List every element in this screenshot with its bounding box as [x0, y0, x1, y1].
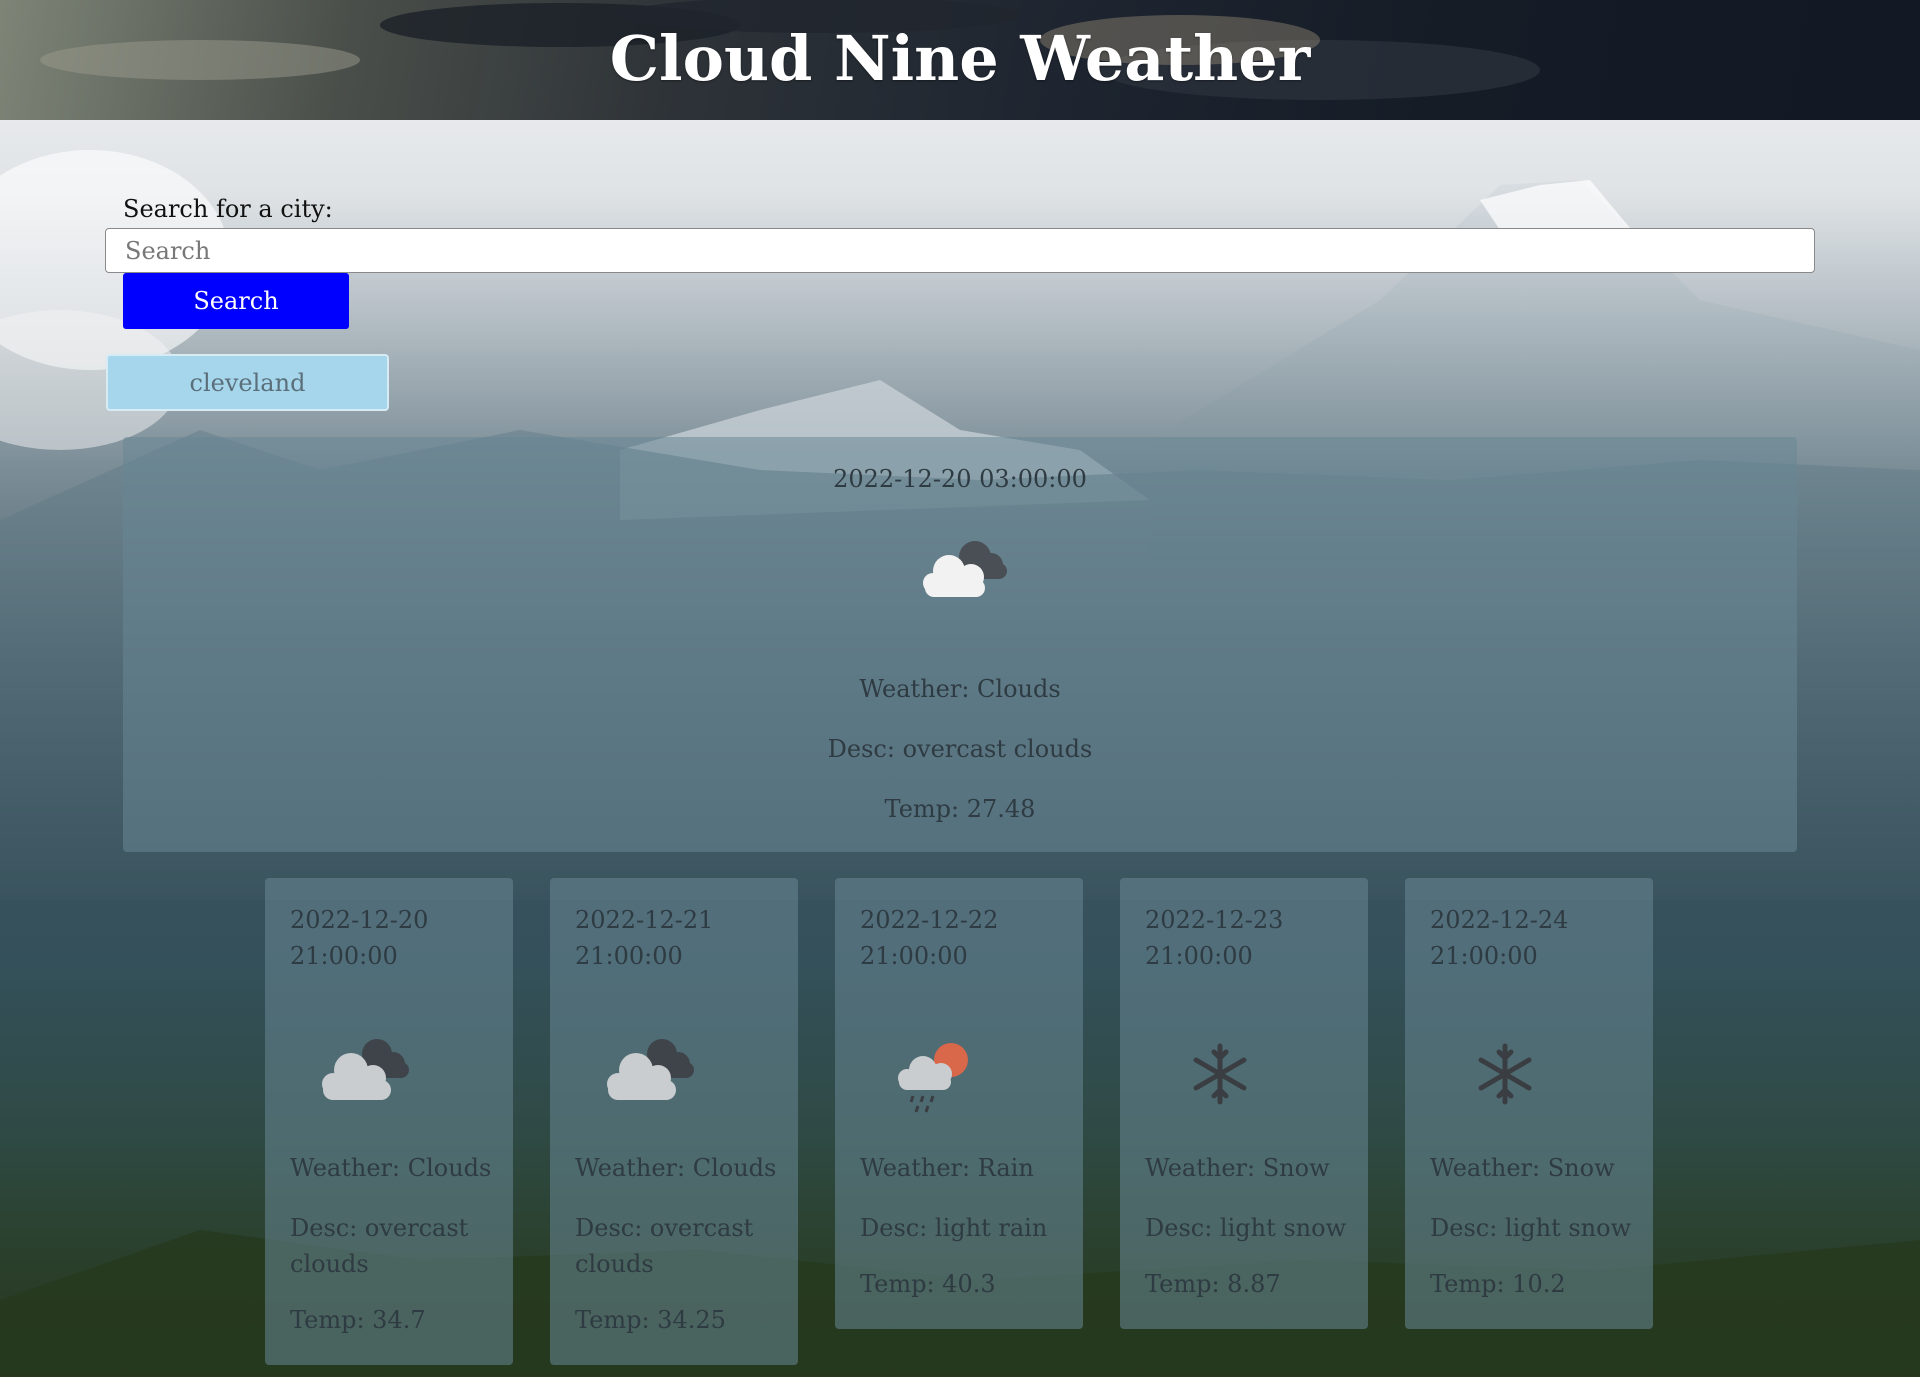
forecast-date-time: 21:00:00 [1430, 942, 1538, 970]
forecast-weather-label: Weather: Rain [860, 1154, 1034, 1182]
forecast-date-day: 2022-12-23 [1145, 906, 1284, 934]
overcast-clouds-icon [607, 1039, 694, 1100]
forecast-weather-label: Weather: Snow [1145, 1154, 1330, 1182]
forecast-description: Desc: overcast clouds [290, 1210, 510, 1282]
search-label: Search for a city: [123, 195, 333, 223]
forecast-card: 2022-12-21 21:00:00 Weather: Clouds Desc… [550, 878, 798, 1365]
forecast-description-line: Desc: light snow [1145, 1214, 1347, 1242]
forecast-temperature: Temp: 10.2 [1430, 1270, 1566, 1298]
snow-icon [1478, 1043, 1532, 1105]
forecast-description-line: Desc: overcast [575, 1214, 754, 1242]
forecast-card: 2022-12-23 21:00:00 Weather: Snow Desc: … [1120, 878, 1368, 1329]
current-temperature: Temp: 27.48 [884, 795, 1036, 823]
forecast-description: Desc: light snow [1145, 1210, 1365, 1246]
forecast-card: 2022-12-24 21:00:00 Weather: Snow Desc: … [1405, 878, 1653, 1329]
forecast-description: Desc: overcast clouds [575, 1210, 795, 1282]
forecast-date-day: 2022-12-22 [860, 906, 999, 934]
forecast-date-time: 21:00:00 [1145, 942, 1253, 970]
current-description: Desc: overcast clouds [827, 735, 1093, 763]
forecast-date-day: 2022-12-20 [290, 906, 429, 934]
forecast-date: 2022-12-24 21:00:00 [1430, 902, 1640, 974]
forecast-date: 2022-12-23 21:00:00 [1145, 902, 1355, 974]
forecast-date-time: 21:00:00 [575, 942, 683, 970]
history-city-button[interactable]: cleveland [106, 354, 389, 411]
forecast-description: Desc: light snow [1430, 1210, 1650, 1246]
forecast-date-time: 21:00:00 [860, 942, 968, 970]
forecast-temperature: Temp: 40.3 [860, 1270, 996, 1298]
forecast-card: 2022-12-20 21:00:00 Weather: Clouds Desc… [265, 878, 513, 1365]
forecast-date: 2022-12-22 21:00:00 [860, 902, 1070, 974]
forecast-date-day: 2022-12-24 [1430, 906, 1569, 934]
forecast-weather-label: Weather: Snow [1430, 1154, 1615, 1182]
forecast-description-line: clouds [575, 1250, 654, 1278]
forecast-date-day: 2022-12-21 [575, 906, 714, 934]
snow-icon [1193, 1043, 1247, 1105]
app-title: Cloud Nine Weather [609, 22, 1311, 95]
forecast-description: Desc: light rain [860, 1210, 1080, 1246]
forecast-temperature: Temp: 34.7 [290, 1306, 426, 1334]
forecast-description-line: Desc: overcast [290, 1214, 469, 1242]
forecast-date: 2022-12-20 21:00:00 [290, 902, 500, 974]
overcast-clouds-icon [322, 1039, 409, 1100]
forecast-description-line: Desc: light rain [860, 1214, 1048, 1242]
current-date: 2022-12-20 03:00:00 [833, 465, 1087, 493]
search-input[interactable] [105, 228, 1815, 273]
header-banner: Cloud Nine Weather [0, 0, 1920, 120]
current-weather-card: 2022-12-20 03:00:00 Weather: Clouds Desc… [123, 437, 1797, 852]
forecast-description-line: Desc: light snow [1430, 1214, 1632, 1242]
forecast-card: 2022-12-22 21:00:00 Weather: Rain Desc: … [835, 878, 1083, 1329]
rain-icon [898, 1043, 968, 1113]
forecast-temperature: Temp: 34.25 [575, 1306, 726, 1334]
forecast-weather-label: Weather: Clouds [575, 1154, 777, 1182]
forecast-temperature: Temp: 8.87 [1145, 1270, 1281, 1298]
current-weather-label: Weather: Clouds [859, 675, 1061, 703]
forecast-date-time: 21:00:00 [290, 942, 398, 970]
forecast-description-line: clouds [290, 1250, 369, 1278]
forecast-weather-label: Weather: Clouds [290, 1154, 492, 1182]
forecast-date: 2022-12-21 21:00:00 [575, 902, 785, 974]
search-button[interactable]: Search [123, 273, 349, 329]
overcast-clouds-icon [923, 541, 1007, 597]
